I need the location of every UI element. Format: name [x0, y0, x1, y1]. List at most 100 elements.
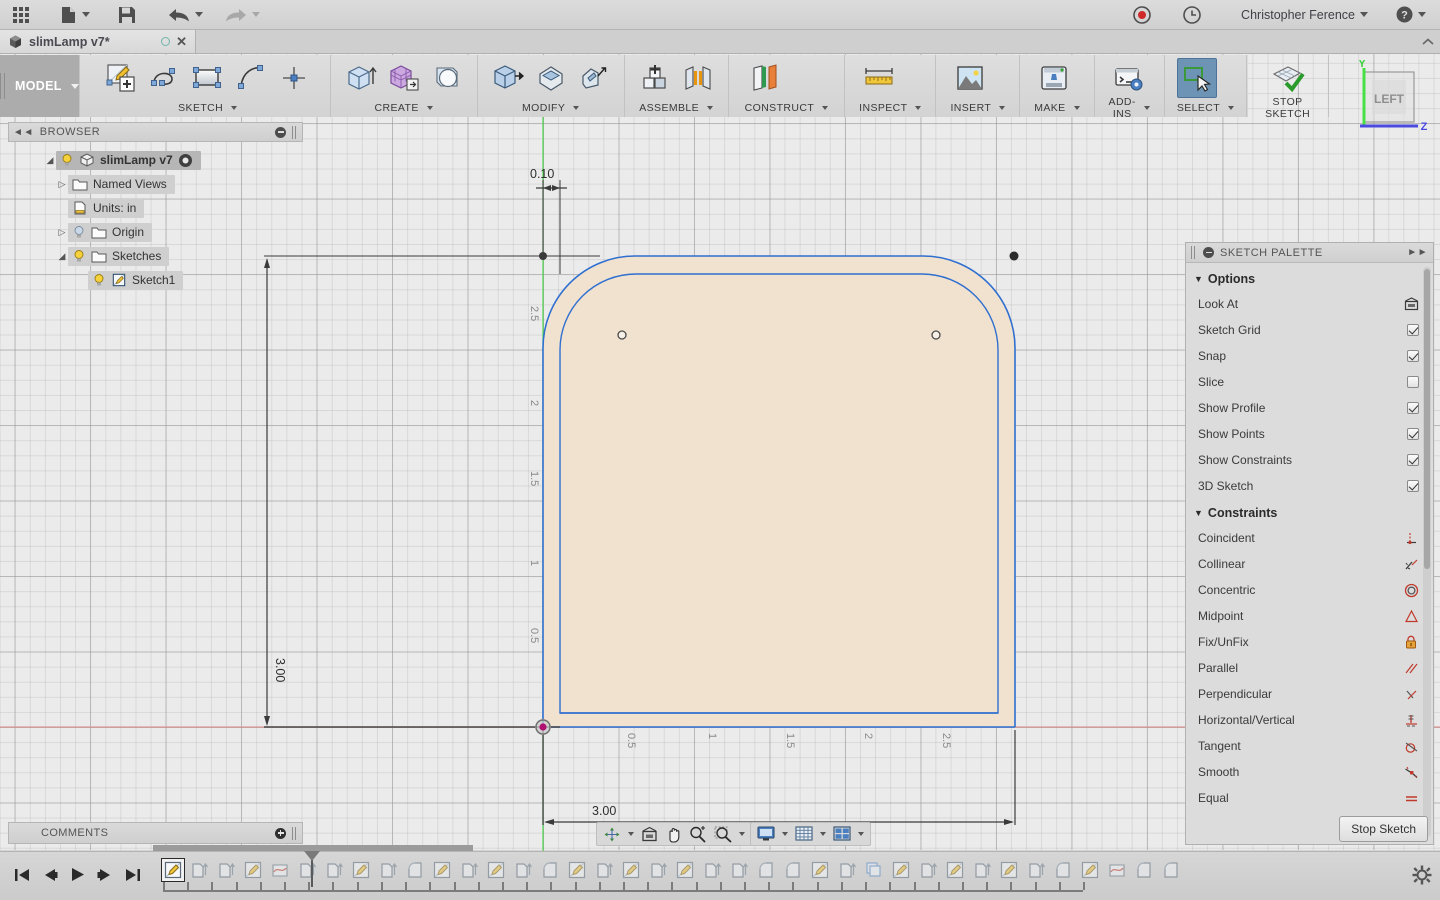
undo-icon[interactable] — [162, 0, 209, 30]
create-sketch-button[interactable] — [102, 58, 142, 98]
timeline-feature-sketch[interactable] — [1077, 857, 1103, 883]
comments-panel[interactable]: COMMENTS — [8, 822, 303, 844]
ruler-icon[interactable] — [859, 58, 899, 98]
coincident-icon[interactable] — [1403, 530, 1419, 546]
timeline-feature-loft[interactable] — [267, 857, 293, 883]
console-gear-icon[interactable] — [1109, 58, 1149, 98]
joint-icon[interactable] — [678, 58, 718, 98]
record-icon[interactable] — [1127, 0, 1157, 30]
collinear-icon[interactable] — [1403, 556, 1419, 572]
timeline-feature-sketch[interactable] — [942, 857, 968, 883]
timeline-feature-sketch[interactable] — [888, 857, 914, 883]
spline-icon[interactable] — [145, 58, 185, 98]
look-at-icon[interactable] — [1403, 296, 1419, 312]
timeline-feature-fillet[interactable] — [1158, 857, 1184, 883]
timeline-feature-sketch[interactable] — [672, 857, 698, 883]
add-comment-icon[interactable] — [275, 827, 286, 839]
timeline-feature-fillet[interactable] — [402, 857, 428, 883]
step-forward-button[interactable] — [97, 868, 113, 885]
timeline-feature-sketch[interactable] — [618, 857, 644, 883]
palette-row-look-at[interactable]: Look At — [1186, 291, 1433, 317]
palette-row-snap[interactable]: Snap — [1186, 343, 1433, 369]
timeline-feature-sketch[interactable] — [996, 857, 1022, 883]
browser-item-slimlamp[interactable]: ◢ slimLamp v7 — [14, 148, 303, 172]
palette-row-fix-unfix[interactable]: Fix/UnFix — [1186, 629, 1433, 655]
midpoint-icon[interactable] — [1403, 608, 1419, 624]
timeline-feature-extrude[interactable] — [186, 857, 212, 883]
palette-drag-grip[interactable] — [1191, 246, 1197, 259]
expander-right-icon[interactable]: ▷ — [56, 227, 68, 238]
gear-icon[interactable] — [1412, 865, 1432, 888]
ribbon-group-label-insert[interactable]: INSERT — [950, 101, 1006, 115]
timeline-feature-extrude[interactable] — [213, 857, 239, 883]
timeline-feature-pattern[interactable] — [861, 857, 887, 883]
concentric-icon[interactable] — [1403, 582, 1419, 598]
parallel-icon[interactable] — [1403, 660, 1419, 676]
timeline-feature-extrude[interactable] — [321, 857, 347, 883]
help-icon[interactable]: ? — [1390, 0, 1440, 30]
timeline-feature-extrude[interactable] — [456, 857, 482, 883]
stop-sketch-button[interactable]: Stop Sketch — [1339, 816, 1428, 842]
palette-row-show-points[interactable]: Show Points — [1186, 421, 1433, 447]
new-component-icon[interactable] — [635, 58, 675, 98]
timeline-feature-extrude[interactable] — [726, 857, 752, 883]
3d-print-icon[interactable] — [1034, 58, 1074, 98]
point-icon[interactable] — [274, 58, 314, 98]
palette-collapse-icon[interactable]: ►► — [1407, 247, 1428, 258]
file-icon[interactable] — [54, 0, 96, 30]
palette-row-collinear[interactable]: Collinear — [1186, 551, 1433, 577]
browser-item-units[interactable]: Units: in — [14, 196, 303, 220]
ribbon-group-label-construct[interactable]: CONSTRUCT — [745, 101, 829, 115]
go-to-end-button[interactable] — [125, 868, 141, 885]
browser-resize-grip[interactable] — [292, 125, 298, 139]
palette-row-horizontal-vertical[interactable]: Horizontal/Vertical — [1186, 707, 1433, 733]
timeline-feature-fillet[interactable] — [780, 857, 806, 883]
sketch-grid-checkbox[interactable] — [1407, 324, 1419, 336]
timeline-feature-extrude[interactable] — [510, 857, 536, 883]
timeline-feature-extrude[interactable] — [1023, 857, 1049, 883]
go-to-beginning-button[interactable] — [14, 868, 30, 885]
expander-down-icon[interactable]: ◢ — [44, 155, 56, 166]
step-back-button[interactable] — [42, 868, 58, 885]
arc-icon[interactable] — [231, 58, 271, 98]
palette-row-coincident[interactable]: Coincident — [1186, 525, 1433, 551]
timeline-feature-fillet[interactable] — [537, 857, 563, 883]
browser-item-sketches[interactable]: ◢ Sketches — [14, 244, 303, 268]
perpendicular-icon[interactable] — [1403, 686, 1419, 702]
viewports-button[interactable] — [830, 825, 867, 843]
timeline-feature-extrude[interactable] — [969, 857, 995, 883]
timeline-feature-loft[interactable] — [1104, 857, 1130, 883]
width-dimension-text[interactable]: 3.00 — [592, 804, 616, 818]
view-cube[interactable]: LEFT Y Z — [1340, 58, 1435, 160]
rectangle-icon[interactable] — [188, 58, 228, 98]
expander-down-icon[interactable]: ◢ — [56, 251, 68, 262]
workspace-selector[interactable]: MODEL — [0, 55, 80, 117]
timeline-feature-extrude[interactable] — [645, 857, 671, 883]
timeline-feature-fillet[interactable] — [1131, 857, 1157, 883]
select-cursor-icon[interactable] — [1176, 58, 1217, 98]
timeline-feature-sketch[interactable] — [483, 857, 509, 883]
timeline-feature-fillet[interactable] — [1050, 857, 1076, 883]
timeline-feature-extrude[interactable] — [591, 857, 617, 883]
close-tab-icon[interactable]: ✕ — [176, 35, 187, 48]
ribbon-group-label-inspect[interactable]: INSPECT — [859, 101, 922, 115]
palette-scrollbar[interactable] — [1423, 267, 1431, 837]
timeline-feature-extrude[interactable] — [834, 857, 860, 883]
timeline-feature-extrude[interactable] — [375, 857, 401, 883]
equal-icon[interactable] — [1403, 790, 1419, 806]
play-button[interactable] — [70, 867, 85, 885]
collapse-ribbon-button[interactable] — [1416, 30, 1440, 53]
lock-icon[interactable] — [1403, 634, 1419, 650]
timeline-marker[interactable] — [304, 851, 320, 887]
palette-row-slice[interactable]: Slice — [1186, 369, 1433, 395]
timeline-feature-fillet[interactable] — [753, 857, 779, 883]
timeline-feature-sketch[interactable] — [240, 857, 266, 883]
timeline-feature-sketch[interactable] — [429, 857, 455, 883]
app-grid-icon[interactable] — [0, 0, 36, 30]
browser-item-sketch1[interactable]: Sketch1 — [14, 268, 303, 292]
orbit-button[interactable] — [600, 825, 637, 844]
ribbon-group-label-sketch[interactable]: SKETCH — [102, 101, 314, 115]
palette-row-parallel[interactable]: Parallel — [1186, 655, 1433, 681]
show-points-checkbox[interactable] — [1407, 428, 1419, 440]
activate-component-icon[interactable] — [178, 153, 193, 168]
